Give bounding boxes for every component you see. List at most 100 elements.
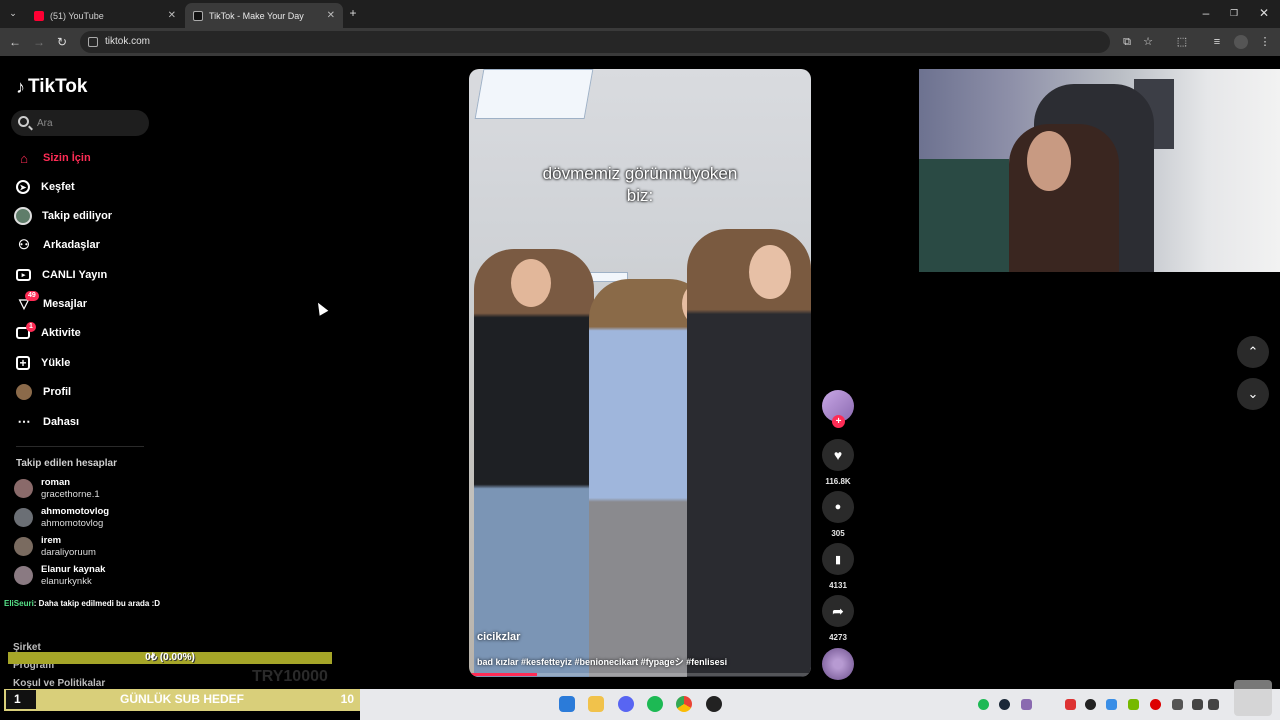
previous-video-button[interactable]: ⌃ <box>1237 336 1269 368</box>
nav-following[interactable]: Takip ediliyor <box>14 206 113 226</box>
tray-pen-icon[interactable] <box>1021 699 1032 710</box>
compass-icon: ➤ <box>16 180 30 194</box>
tiktok-logo[interactable]: ♪ TikTok <box>16 76 87 98</box>
tray-app-icon[interactable] <box>1106 699 1117 710</box>
tray-app-icon[interactable] <box>1085 699 1096 710</box>
nav-for-you[interactable]: ⌂ Sizin İçin <box>16 148 91 168</box>
back-icon[interactable]: ← <box>7 34 23 50</box>
install-app-icon[interactable]: ⧉ <box>1120 35 1134 49</box>
account-name: Elanur kaynak <box>41 564 106 575</box>
nav-label: Dahası <box>43 416 80 428</box>
following-account[interactable]: Elanur kaynak elanurkynkk <box>14 564 164 590</box>
share-icon: ➦ <box>832 602 844 619</box>
nav-activity[interactable]: 1 Aktivite <box>16 322 81 343</box>
search-input[interactable]: Ara <box>11 110 149 136</box>
video-author[interactable]: cicikzlar <box>477 631 520 643</box>
forward-icon[interactable]: → <box>31 34 47 50</box>
upload-icon: + <box>16 356 30 370</box>
menu-icon[interactable]: ⋮ <box>1258 35 1272 49</box>
chat-text: : Daha takip edilmedi bu arada :D <box>33 599 161 608</box>
site-info-icon[interactable] <box>88 37 98 47</box>
discord-icon[interactable] <box>618 696 634 712</box>
new-tab-button[interactable]: + <box>345 5 361 21</box>
nav-label: Arkadaşlar <box>43 239 100 251</box>
nav-label: Keşfet <box>41 181 75 193</box>
file-explorer-icon[interactable] <box>588 696 604 712</box>
account-handle: elanurkynkk <box>41 576 92 587</box>
share-count: 4273 <box>829 633 847 642</box>
person-right <box>687 229 811 677</box>
obs-icon[interactable] <box>706 696 722 712</box>
video-player[interactable]: dövmemiz görünmüyoken biz: cicikzlar bad… <box>469 69 811 677</box>
tray-network-icon[interactable] <box>1192 699 1203 710</box>
tab-search-chevron-icon[interactable]: ⌄ <box>5 5 21 21</box>
spotify-icon[interactable] <box>647 696 663 712</box>
message-icon: ▽ 49 <box>16 291 39 312</box>
avatar <box>14 566 33 585</box>
tray-mic-icon[interactable] <box>1172 699 1183 710</box>
tray-spotify-icon[interactable] <box>978 699 989 710</box>
tray-steam-icon[interactable] <box>999 699 1010 710</box>
nav-upload[interactable]: + Yükle <box>16 353 70 373</box>
media-queue-icon[interactable]: ≡ <box>1210 35 1224 49</box>
window-close-icon[interactable]: ✕ <box>1256 5 1272 21</box>
nav-profile[interactable]: Profil <box>16 382 71 402</box>
nav-more[interactable]: ⋯ Dahası <box>16 412 80 432</box>
tray-volume-icon[interactable] <box>1208 699 1219 710</box>
nav-messages[interactable]: ▽ 49 Mesajlar <box>16 291 87 314</box>
like-button[interactable]: ♥ <box>822 439 854 471</box>
following-account[interactable]: roman gracethorne.1 <box>14 477 164 503</box>
nav-live[interactable]: ▸ CANLI Yayın <box>16 265 107 285</box>
nav-label: CANLI Yayın <box>42 269 108 281</box>
ceiling-light <box>474 69 594 119</box>
following-account[interactable]: ahmomotovlog ahmomotovlog <box>14 506 164 532</box>
minimize-icon[interactable]: – <box>1198 5 1214 21</box>
windows-start-icon[interactable] <box>559 696 575 712</box>
youtube-icon <box>34 10 44 21</box>
following-account[interactable]: irem daraliyoruum <box>14 535 164 561</box>
nav-label: Sizin İçin <box>43 152 91 164</box>
chrome-icon[interactable] <box>676 696 692 712</box>
donation-goal-amount: TRY10000 <box>252 668 328 685</box>
tray-clock-widget[interactable] <box>1234 680 1272 716</box>
sidebar-divider <box>16 446 144 447</box>
tray-chevron-up-icon[interactable] <box>956 699 967 710</box>
browser-tab-strip: ⌄ (51) YouTube ✕ TikTok - Make Your Day … <box>0 0 1280 28</box>
tray-nvidia-icon[interactable] <box>1128 699 1139 710</box>
extensions-icon[interactable]: ⬚ <box>1175 35 1189 49</box>
video-progress-fill <box>469 673 538 676</box>
nav-label: Takip ediliyor <box>42 210 113 222</box>
friends-icon: ⚇ <box>18 237 30 252</box>
face-left <box>511 259 551 307</box>
follow-plus-icon[interactable]: + <box>832 415 845 428</box>
activity-icon: 1 <box>16 322 36 339</box>
tray-record-icon[interactable] <box>1150 699 1161 710</box>
tab-youtube[interactable]: (51) YouTube ✕ <box>26 3 184 28</box>
tab-tiktok[interactable]: TikTok - Make Your Day ✕ <box>185 3 343 28</box>
avatar <box>14 537 33 556</box>
profile-icon[interactable] <box>1234 35 1248 49</box>
tab-label: TikTok - Make Your Day <box>209 10 304 21</box>
music-disc-icon[interactable] <box>822 648 854 680</box>
bookmark-star-icon[interactable]: ☆ <box>1141 35 1155 49</box>
caption-line: biz: <box>626 186 654 205</box>
search-placeholder: Ara <box>37 118 53 129</box>
share-button[interactable]: ➦ <box>822 595 854 627</box>
footer-terms[interactable]: Koşul ve Politikalar <box>13 678 105 689</box>
save-button[interactable]: ▮ <box>822 543 854 575</box>
video-progress-bar[interactable] <box>469 673 811 676</box>
restore-icon[interactable]: ❐ <box>1226 5 1242 21</box>
nav-friends[interactable]: ⚇ Arkadaşlar <box>16 235 100 255</box>
face-right <box>749 245 791 299</box>
tray-app-icon[interactable] <box>1065 699 1076 710</box>
close-icon[interactable]: ✕ <box>168 10 176 21</box>
account-handle: daraliyoruum <box>41 547 96 558</box>
next-video-button[interactable]: ⌄ <box>1237 378 1269 410</box>
close-icon[interactable]: ✕ <box>327 10 335 21</box>
reload-icon[interactable]: ↻ <box>54 34 70 50</box>
account-name: irem <box>41 535 62 546</box>
address-bar[interactable]: tiktok.com <box>80 31 1110 53</box>
comment-button[interactable]: ● <box>822 491 854 523</box>
sub-goal-title: GÜNLÜK SUB HEDEF <box>119 692 244 706</box>
nav-explore[interactable]: ➤ Keşfet <box>16 177 75 197</box>
